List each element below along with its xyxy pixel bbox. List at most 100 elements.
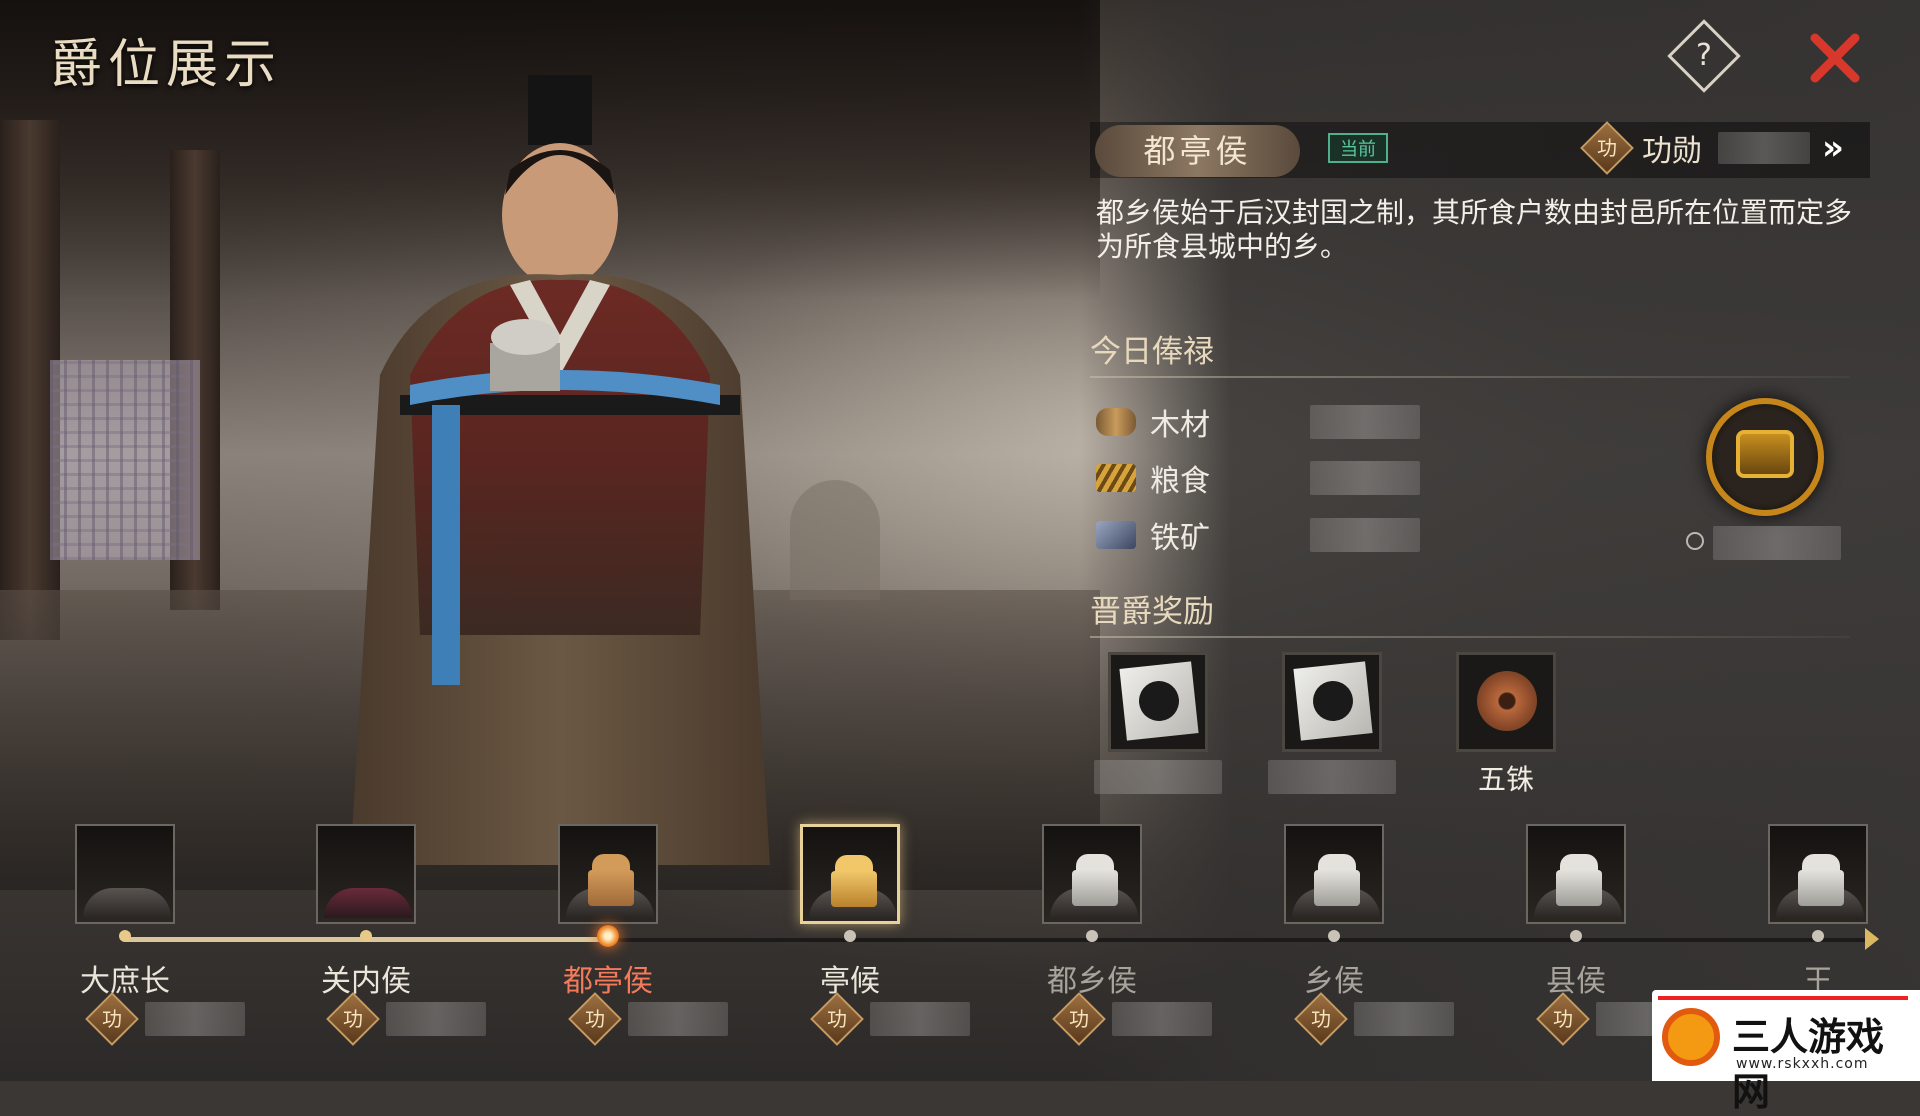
distant-gate [790, 480, 880, 600]
seal-icon [1556, 870, 1602, 906]
rank-merit-requirement: 功 [85, 992, 245, 1046]
reward-name-redacted [1094, 760, 1222, 794]
site-watermark: 三人游戏网 www.rskxxh.com [1652, 990, 1920, 1114]
progress-dot [844, 930, 856, 942]
rank-node[interactable] [73, 824, 177, 924]
divider [1090, 376, 1850, 378]
rank-node[interactable] [556, 824, 660, 924]
scroll-right-arrow[interactable] [1865, 928, 1879, 950]
progress-dot [360, 930, 372, 942]
current-rank-name: 都亭侯 [1095, 125, 1300, 177]
rank-merit-requirement: 功 [1052, 992, 1212, 1046]
iron-value-redacted [1310, 518, 1420, 552]
lattice-window [50, 360, 200, 560]
reward-item-2[interactable] [1282, 652, 1382, 752]
rank-merit-requirement: 功 [326, 992, 486, 1046]
merit-value-redacted [1354, 1002, 1454, 1036]
close-icon [1810, 33, 1860, 83]
rank-label: 乡侯 [1304, 964, 1364, 999]
salary-chest-button[interactable] [1706, 398, 1824, 516]
rank-seal-thumbnail[interactable] [316, 824, 416, 924]
merit-value-redacted [1112, 1002, 1212, 1036]
merit-value-redacted [1718, 132, 1810, 164]
grain-value-redacted [1310, 461, 1420, 495]
salary-item-grain: 粮食 [1096, 456, 1420, 500]
divider [1090, 636, 1850, 638]
rank-node[interactable] [798, 824, 902, 924]
rank-node[interactable] [1766, 824, 1870, 924]
progress-dot [1570, 930, 1582, 942]
reward-item-3[interactable] [1456, 652, 1556, 752]
merit-value-redacted [145, 1002, 245, 1036]
grain-icon [1096, 464, 1136, 492]
progress-dot [119, 930, 131, 942]
rank-merit-requirement: 功 [568, 992, 728, 1046]
rank-merit-requirement: 功 [1294, 992, 1454, 1046]
salary-title: 今日俸禄 [1090, 334, 1214, 370]
wood-icon [1096, 408, 1136, 436]
seal-icon [1072, 870, 1118, 906]
wood-label: 木材 [1150, 408, 1210, 443]
portrait-card-icon [1293, 661, 1373, 741]
rank-seal-thumbnail[interactable] [75, 824, 175, 924]
page-title: 爵位展示 [50, 35, 283, 95]
seal-icon [588, 870, 634, 906]
close-button[interactable] [1805, 28, 1865, 88]
rank-label: 大庶长 [80, 964, 170, 999]
rank-seal-thumbnail[interactable] [1284, 824, 1384, 924]
merit-value-redacted [628, 1002, 728, 1036]
merit-icon: 功 [1294, 992, 1348, 1046]
progress-dot [597, 925, 619, 947]
clock-icon [1686, 532, 1704, 550]
wood-value-redacted [1310, 405, 1420, 439]
portrait-card-icon [1119, 661, 1199, 741]
progress-dot [1328, 930, 1340, 942]
merit-icon: 功 [1052, 992, 1106, 1046]
salary-item-wood: 木材 [1096, 400, 1420, 444]
official-character [350, 75, 770, 865]
merit-icon: 功 [326, 992, 380, 1046]
treasure-chest-icon [1736, 430, 1794, 478]
iron-ore-icon [1096, 521, 1136, 549]
timer-value-redacted [1713, 526, 1841, 560]
watermark-url: www.rskxxh.com [1736, 1056, 1869, 1072]
seal-icon [1798, 870, 1844, 906]
merit-icon: 功 [1580, 121, 1634, 175]
question-icon: ? [1696, 38, 1712, 73]
merit-display: 功 功勋 [1580, 121, 1810, 175]
rank-seal-thumbnail[interactable] [1526, 824, 1626, 924]
merit-icon: 功 [810, 992, 864, 1046]
rank-label: 亭候 [820, 964, 880, 999]
progress-dot [1812, 930, 1824, 942]
reward-item-1[interactable] [1108, 652, 1208, 752]
rank-node[interactable] [1524, 824, 1628, 924]
seal-icon [831, 871, 877, 907]
merit-icon: 功 [1536, 992, 1590, 1046]
wuzhu-coin-icon [1477, 671, 1537, 731]
rank-node[interactable] [1040, 824, 1144, 924]
current-badge: 当前 [1328, 133, 1388, 163]
reward-label: 五铢 [1477, 763, 1534, 796]
rank-seal-thumbnail[interactable] [558, 824, 658, 924]
iron-label: 铁矿 [1150, 521, 1210, 556]
rank-label: 都乡侯 [1047, 964, 1137, 999]
rank-description: 都乡侯始于后汉封国之制，其所食户数由封邑所在位置而定多为所食县城中的乡。 [1096, 196, 1853, 263]
salary-item-iron: 铁矿 [1096, 513, 1420, 557]
rank-seal-thumbnail[interactable] [1768, 824, 1868, 924]
merit-value-redacted [386, 1002, 486, 1036]
rank-node[interactable] [314, 824, 418, 924]
merit-icon: 功 [85, 992, 139, 1046]
rank-seal-thumbnail[interactable] [1042, 824, 1142, 924]
rank-label: 县侯 [1546, 964, 1606, 999]
rank-node[interactable] [1282, 824, 1386, 924]
merit-details-button[interactable]: » [1822, 128, 1844, 168]
rewards-title: 晋爵奖励 [1090, 594, 1214, 630]
rank-merit-requirement: 功 [810, 992, 970, 1046]
rank-seal-thumbnail[interactable] [800, 824, 900, 924]
rank-label: 关内侯 [321, 964, 411, 999]
merit-icon: 功 [568, 992, 622, 1046]
progress-dot [1086, 930, 1098, 942]
merit-label: 功勋 [1642, 134, 1702, 169]
rank-label: 都亭侯 [563, 964, 653, 999]
watermark-logo [1662, 1008, 1720, 1066]
